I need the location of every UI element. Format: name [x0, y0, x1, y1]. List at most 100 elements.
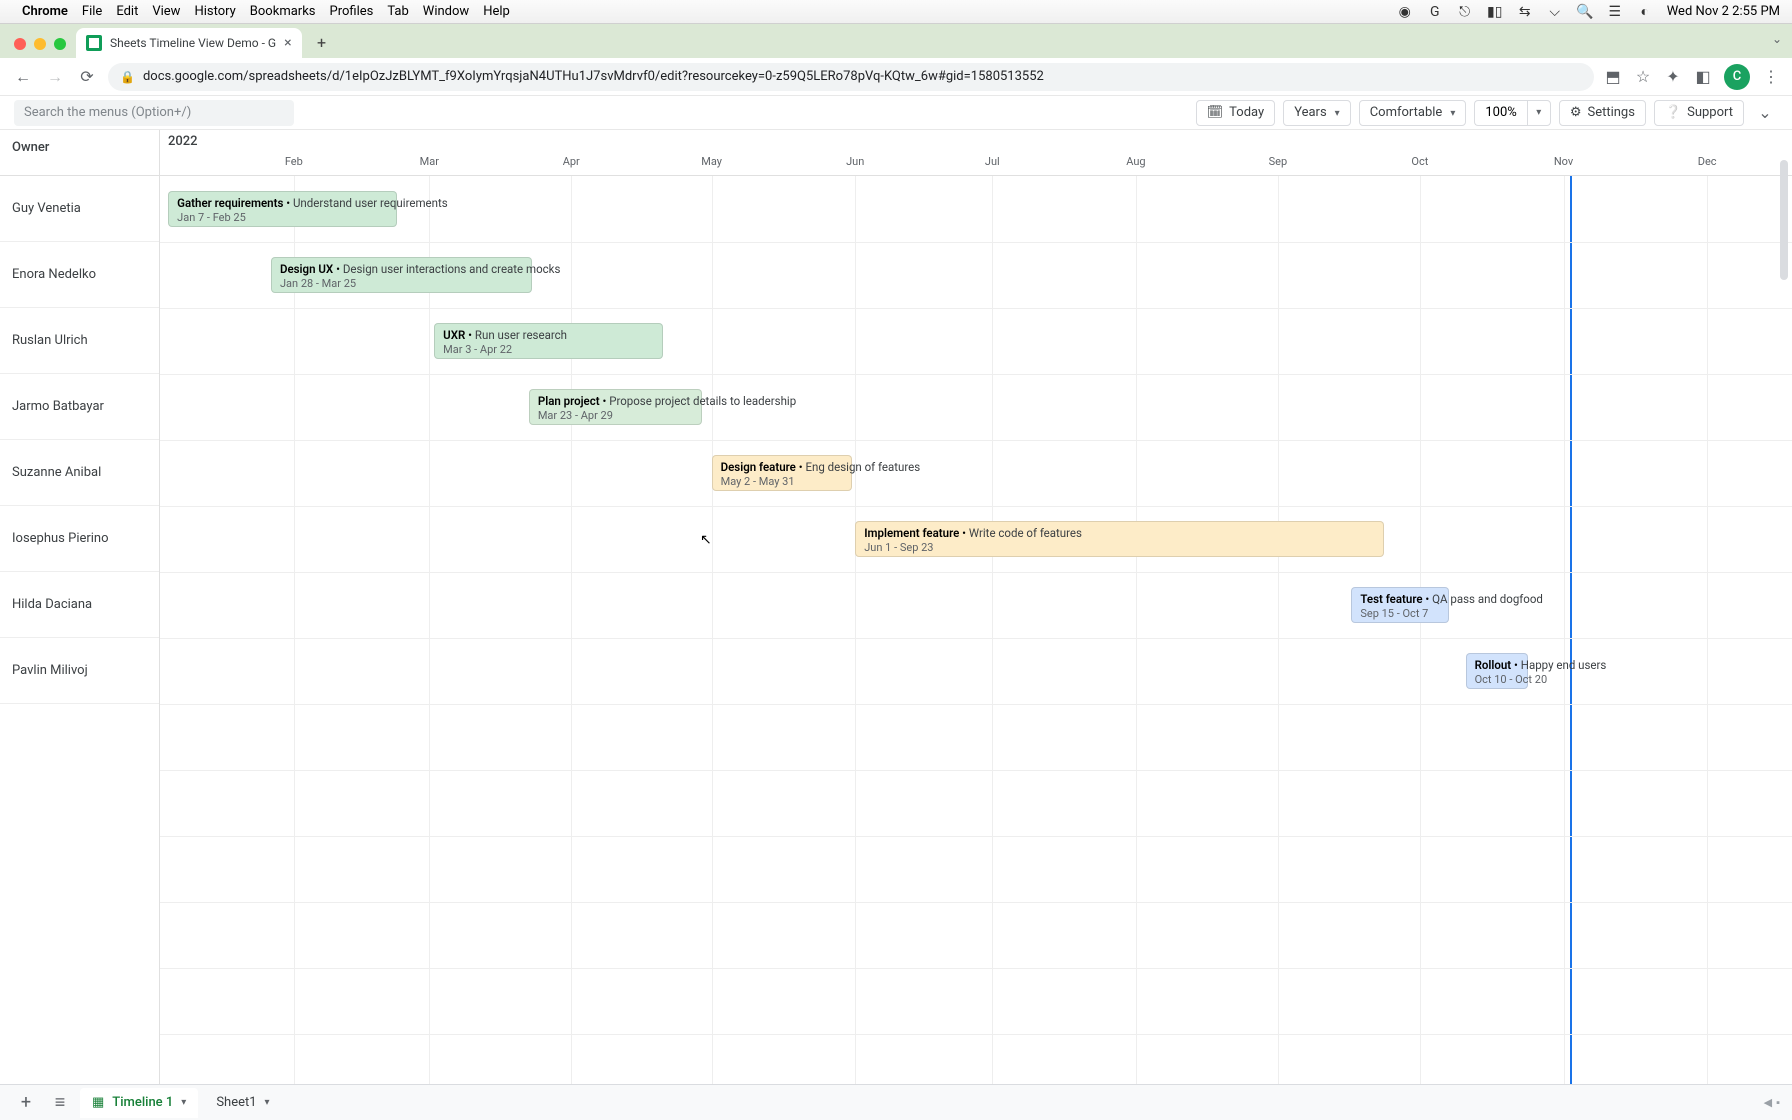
menu-search-input[interactable]: Search the menus (Option+/)	[14, 100, 294, 126]
month-gridline	[855, 176, 856, 1116]
new-tab-button[interactable]: +	[308, 28, 336, 56]
toolbar-collapse-icon[interactable]: ⌄	[1752, 103, 1778, 122]
owner-column-header: Owner	[0, 130, 160, 175]
time-axis: 2022 FebMarAprMayJunJulAugSepOctNovDec	[160, 130, 1792, 175]
row-gridline	[160, 638, 1792, 639]
window-close-button[interactable]	[14, 38, 26, 50]
timeline-grid[interactable]: ↖ Gather requirements • Understand user …	[160, 176, 1792, 1116]
month-label: Jul	[985, 155, 1000, 168]
card-dates: Mar 23 - Apr 29	[538, 409, 693, 423]
year-label: 2022	[168, 134, 198, 149]
control-center-icon[interactable]: ☰	[1607, 4, 1623, 20]
timeline-card[interactable]: Design feature • Eng design of featuresM…	[712, 455, 852, 491]
status-icon-1[interactable]: ◉	[1397, 4, 1413, 20]
menubar-datetime[interactable]: Wed Nov 2 2:55 PM	[1667, 4, 1780, 19]
zoom-dropdown-icon[interactable]: ▾	[1527, 100, 1551, 126]
today-label: Today	[1229, 105, 1264, 120]
extensions-icon[interactable]: ✦	[1664, 67, 1682, 86]
timeline-body[interactable]: Guy VenetiaEnora NedelkoRuslan UlrichJar…	[0, 176, 1792, 1116]
menu-tab[interactable]: Tab	[387, 4, 408, 19]
menu-profiles[interactable]: Profiles	[330, 4, 374, 19]
chrome-menu-icon[interactable]: ⋮	[1762, 67, 1780, 86]
vertical-scrollbar[interactable]	[1778, 160, 1790, 1080]
side-panel-icon[interactable]: ◧	[1694, 67, 1712, 86]
menu-window[interactable]: Window	[423, 4, 469, 19]
sheets-favicon-icon	[86, 35, 102, 51]
sheet-tab-timeline[interactable]: ▦ Timeline 1 ▾	[80, 1088, 198, 1118]
timeline-card[interactable]: Test feature • QA pass and dogfoodSep 15…	[1351, 587, 1449, 623]
menu-help[interactable]: Help	[483, 4, 510, 19]
month-gridline	[429, 176, 430, 1116]
spotlight-icon[interactable]: 🔍	[1577, 4, 1593, 20]
menu-file[interactable]: File	[82, 4, 102, 19]
tab-close-icon[interactable]: ×	[284, 35, 291, 51]
tab-title: Sheets Timeline View Demo - G	[110, 36, 276, 50]
timeline-card[interactable]: Design UX • Design user interactions and…	[271, 257, 532, 293]
card-separator: •	[465, 328, 475, 342]
owner-row: Guy Venetia	[0, 176, 159, 242]
month-label: Aug	[1126, 155, 1145, 168]
sheet-tab-sheet1[interactable]: Sheet1 ▾	[204, 1088, 281, 1118]
card-title: Implement feature	[864, 526, 959, 540]
menu-edit[interactable]: Edit	[116, 4, 138, 19]
sheet-tab-menu-icon[interactable]: ▾	[265, 1097, 270, 1108]
add-sheet-button[interactable]: +	[12, 1089, 40, 1117]
forward-button[interactable]: →	[44, 66, 66, 88]
card-title: Plan project	[538, 394, 600, 408]
back-button[interactable]: ←	[12, 66, 34, 88]
timeline-view: Owner 2022 FebMarAprMayJunJulAugSepOctNo…	[0, 130, 1792, 1116]
help-icon: ❔	[1665, 105, 1681, 120]
bluetooth-icon[interactable]: ⎋	[1457, 4, 1473, 20]
settings-button[interactable]: ⚙ Settings	[1559, 100, 1646, 126]
install-app-icon[interactable]: ⬒	[1604, 67, 1622, 86]
menu-view[interactable]: View	[152, 4, 180, 19]
google-status-icon[interactable]: G	[1427, 4, 1443, 20]
siri-icon[interactable]: ◐	[1637, 4, 1653, 20]
app-name[interactable]: Chrome	[22, 4, 68, 19]
timeline-card[interactable]: Plan project • Propose project details t…	[529, 389, 702, 425]
scrollbar-thumb[interactable]	[1780, 160, 1788, 280]
battery-icon[interactable]: ▮▯	[1487, 4, 1503, 20]
card-dates: Jan 28 - Mar 25	[280, 277, 523, 291]
zoom-control[interactable]: 100% ▾	[1474, 100, 1550, 126]
card-description: Understand user requirements	[293, 196, 448, 210]
menu-bookmarks[interactable]: Bookmarks	[250, 4, 316, 19]
owner-row: Ruslan Ulrich	[0, 308, 159, 374]
reload-button[interactable]: ⟳	[76, 66, 98, 88]
window-minimize-button[interactable]	[34, 38, 46, 50]
sheet-tab-menu-icon[interactable]: ▾	[181, 1097, 186, 1108]
support-button[interactable]: ❔ Support	[1654, 100, 1744, 126]
timeline-card[interactable]: UXR • Run user researchMar 3 - Apr 22	[434, 323, 662, 359]
row-gridline	[160, 374, 1792, 375]
card-description: Propose project details to leadership	[609, 394, 796, 408]
card-description: Write code of features	[969, 526, 1082, 540]
menu-history[interactable]: History	[194, 4, 235, 19]
wifi-icon[interactable]: ⌵	[1547, 4, 1563, 20]
address-bar[interactable]: 🔒 docs.google.com/spreadsheets/d/1eIpOzJ…	[108, 63, 1594, 91]
month-label: Mar	[420, 155, 439, 168]
card-description: Happy end users	[1521, 658, 1607, 672]
row-gridline	[160, 1034, 1792, 1035]
tabstrip-expand-icon[interactable]: ⌄	[1772, 32, 1782, 46]
card-description: Run user research	[475, 328, 567, 342]
window-controls	[10, 38, 76, 58]
settings-label: Settings	[1587, 105, 1634, 120]
bookmark-star-icon[interactable]: ☆	[1634, 67, 1652, 86]
timeline-card[interactable]: Implement feature • Write code of featur…	[855, 521, 1384, 557]
explore-corner[interactable]: ◀▪	[1764, 1096, 1780, 1109]
profile-avatar[interactable]: C	[1724, 64, 1750, 90]
card-separator: •	[796, 460, 806, 474]
month-gridline	[1136, 176, 1137, 1116]
today-button[interactable]: 🗓 Today	[1196, 100, 1276, 126]
all-sheets-button[interactable]: ≡	[46, 1089, 74, 1117]
timeline-card[interactable]: Gather requirements • Understand user re…	[168, 191, 396, 227]
chevron-down-icon	[1333, 105, 1340, 120]
toggles-icon[interactable]: ⇆	[1517, 4, 1533, 20]
url-text: docs.google.com/spreadsheets/d/1eIpOzJzB…	[143, 69, 1044, 84]
window-zoom-button[interactable]	[54, 38, 66, 50]
browser-tab[interactable]: Sheets Timeline View Demo - G ×	[76, 28, 302, 58]
density-dropdown[interactable]: Comfortable	[1359, 100, 1467, 126]
timeline-card[interactable]: Rollout • Happy end usersOct 10 - Oct 20	[1466, 653, 1528, 689]
browser-tabstrip: Sheets Timeline View Demo - G × + ⌄	[0, 24, 1792, 58]
scale-dropdown[interactable]: Years	[1283, 100, 1351, 126]
